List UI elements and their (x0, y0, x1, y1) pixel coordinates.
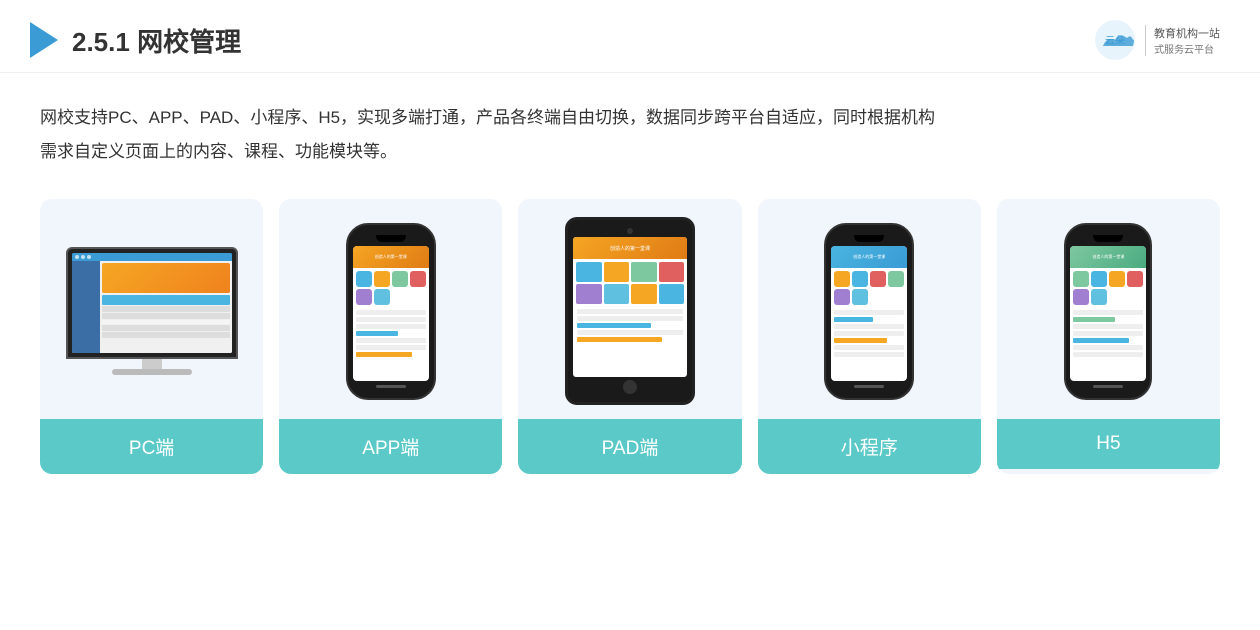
h5-phone-mockup: 创造人的第一堂课 (1064, 223, 1152, 400)
card-h5: 创造人的第一堂课 (997, 199, 1220, 474)
description-line2: 需求自定义页面上的内容、课程、功能模块等。 (40, 135, 1220, 169)
miniapp-phone-notch (854, 235, 884, 242)
pad-tablet-mockup: 创造人的第一堂课 (565, 217, 695, 405)
phone-notch (376, 235, 406, 242)
card-pc-label: PC端 (40, 419, 263, 474)
card-miniapp: 创造人的第一堂课 (758, 199, 981, 474)
miniapp-phone-mockup: 创造人的第一堂课 (824, 223, 914, 400)
tablet-camera (627, 228, 633, 234)
card-pad-label: PAD端 (518, 419, 741, 474)
yunduoketang-logo-icon: 云朵 (1093, 18, 1137, 62)
card-pc-image (40, 199, 263, 419)
h5-phone-bottom-bar (1093, 385, 1123, 388)
card-app: 创造人的第一堂课 (279, 199, 502, 474)
phone-screen: 创造人的第一堂课 (353, 246, 429, 381)
card-app-image: 创造人的第一堂课 (279, 199, 502, 419)
card-pad: 创造人的第一堂课 (518, 199, 741, 474)
card-miniapp-image: 创造人的第一堂课 (758, 199, 981, 419)
card-h5-label: H5 (997, 419, 1220, 469)
tablet-home-button (623, 380, 637, 394)
description-area: 网校支持PC、APP、PAD、小程序、H5，实现多端打通，产品各终端自由切换，数… (0, 73, 1260, 169)
h5-phone-notch (1093, 235, 1123, 242)
h5-phone-screen: 创造人的第一堂课 (1070, 246, 1146, 381)
card-pc: PC端 (40, 199, 263, 474)
description-line1: 网校支持PC、APP、PAD、小程序、H5，实现多端打通，产品各终端自由切换，数… (40, 101, 1220, 135)
arrow-icon (30, 22, 58, 58)
logo-text-area: 教育机构一站 式服务云平台 (1145, 25, 1220, 56)
header-left: 2.5.1 网校管理 (30, 22, 241, 59)
logo-tagline1: 教育机构一站 (1154, 25, 1220, 41)
card-h5-image: 创造人的第一堂课 (997, 199, 1220, 419)
tablet-screen: 创造人的第一堂课 (573, 237, 687, 377)
page: 2.5.1 网校管理 云朵 教育机构一站 式服务云平台 网校支持PC、APP、P… (0, 0, 1260, 630)
page-title: 2.5.1 网校管理 (72, 22, 241, 59)
app-phone-mockup: 创造人的第一堂课 (346, 223, 436, 400)
card-pad-image: 创造人的第一堂课 (518, 199, 741, 419)
miniapp-phone-screen: 创造人的第一堂课 (831, 246, 907, 381)
cards-container: PC端 创造人的第一堂课 (0, 169, 1260, 474)
phone-bottom-bar (376, 385, 406, 388)
miniapp-phone-bottom-bar (854, 385, 884, 388)
card-miniapp-label: 小程序 (758, 419, 981, 474)
logo-area: 云朵 教育机构一站 式服务云平台 (1093, 18, 1220, 62)
pc-monitor-mockup (66, 247, 238, 375)
logo-tagline2: 式服务云平台 (1154, 41, 1220, 56)
card-app-label: APP端 (279, 419, 502, 474)
header: 2.5.1 网校管理 云朵 教育机构一站 式服务云平台 (0, 0, 1260, 73)
